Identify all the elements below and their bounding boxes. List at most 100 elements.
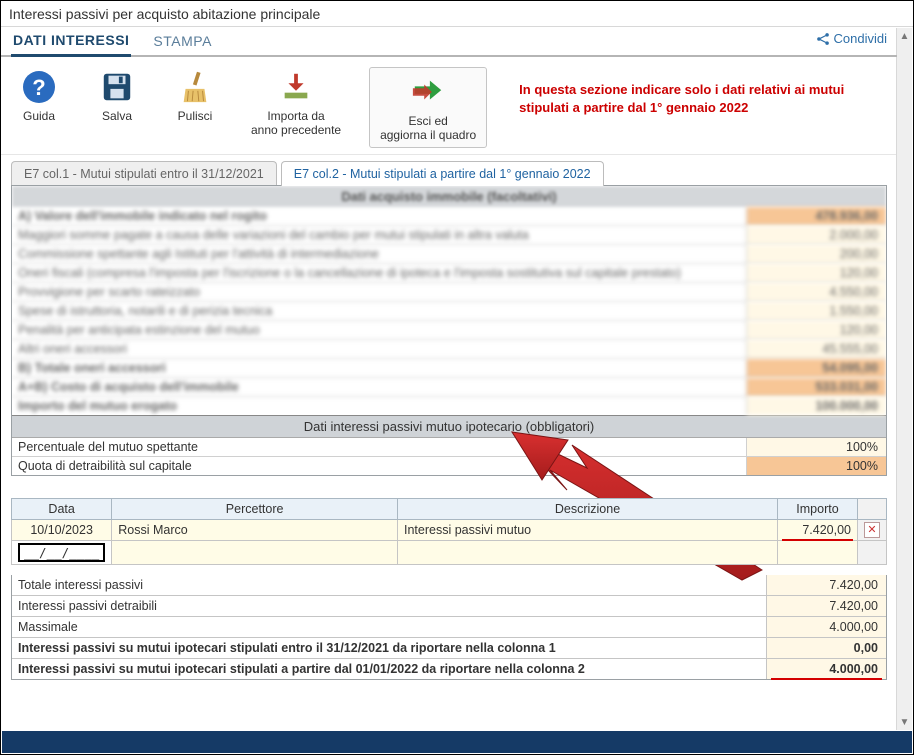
summary-label: Interessi passivi su mutui ipotecari sti… [12, 659, 766, 679]
salva-button[interactable]: Salva [89, 67, 145, 126]
scroll-up-icon[interactable]: ▲ [897, 28, 912, 44]
window-title: Interessi passivi per acquisto abitazion… [1, 1, 913, 27]
importa-button[interactable]: Importa da anno precedente [245, 67, 347, 140]
facoltativi-row: Penalità per anticipata estinzione del m… [12, 321, 886, 340]
row-label: Maggiori somme pagate a causa delle vari… [12, 226, 746, 244]
subtab-col1[interactable]: E7 col.1 - Mutui stipulati entro il 31/1… [11, 161, 277, 186]
importa-label: Importa da anno precedente [251, 110, 341, 138]
facoltativi-row: Importo del mutuo erogato100.000,00 [12, 397, 886, 415]
clean-icon [177, 69, 213, 105]
facoltativi-row: Spese di istruttoria, notarili e di peri… [12, 302, 886, 321]
import-icon [278, 69, 314, 105]
row-label: Penalità per anticipata estinzione del m… [12, 321, 746, 339]
row-label: Commissione spettante agli Istituti per … [12, 245, 746, 263]
row-value: 54.095,00 [746, 359, 886, 377]
facoltativi-row: B) Totale oneri accessori54.095,00 [12, 359, 886, 378]
row-label: A+B) Costo di acquisto dell'immobile [12, 378, 746, 396]
delete-row-button[interactable]: ✕ [864, 522, 880, 538]
pulisci-button[interactable]: Pulisci [167, 67, 223, 126]
entry-row-empty[interactable]: __/__/____ [12, 540, 887, 564]
summary-table: Totale interessi passivi 7.420,00 Intere… [11, 575, 887, 680]
row-label: Importo del mutuo erogato [12, 397, 746, 415]
facoltativi-row: A+B) Costo di acquisto dell'immobile533.… [12, 378, 886, 397]
primary-tabs: DATI INTERESSI STAMPA Condividi [1, 27, 897, 57]
row-value: 200,00 [746, 245, 886, 263]
help-icon: ? [21, 69, 57, 105]
subtab-col2[interactable]: E7 col.2 - Mutui stipulati a partire dal… [281, 161, 604, 186]
cell-importo[interactable]: 7.420,00 [778, 519, 858, 540]
row-value: 120,00 [746, 321, 886, 339]
guida-button[interactable]: ? Guida [11, 67, 67, 126]
section-hint: In questa sezione indicare solo i dati r… [509, 67, 887, 116]
share-label: Condividi [834, 31, 887, 46]
sub-tabs: E7 col.1 - Mutui stipulati entro il 31/1… [11, 161, 887, 186]
facoltativi-row: Oneri fiscali (compresa l'imposta per l'… [12, 264, 886, 283]
svg-text:?: ? [32, 75, 45, 100]
entries-table: Data Percettore Descrizione Importo 10/1… [11, 498, 887, 565]
tab-stampa[interactable]: STAMPA [151, 27, 214, 55]
status-bar [2, 731, 912, 753]
esci-button[interactable]: Esci ed aggiorna il quadro [369, 67, 487, 148]
row-label: Spese di istruttoria, notarili e di peri… [12, 302, 746, 320]
row-label: B) Totale oneri accessori [12, 359, 746, 377]
row-value: 2.000,00 [746, 226, 886, 244]
facoltativi-row: Altri oneri accessori45.555,00 [12, 340, 886, 359]
row-label: A) Valore dell'immobile indicato nel rog… [12, 207, 746, 225]
row-value: 100.000,00 [746, 397, 886, 415]
save-icon [99, 69, 135, 105]
entry-row[interactable]: 10/10/2023 Rossi Marco Interessi passivi… [12, 519, 887, 540]
facoltativi-row: Maggiori somme pagate a causa delle vari… [12, 226, 886, 245]
row-value: 45.555,00 [746, 340, 886, 358]
col-percettore[interactable]: Percettore [112, 498, 398, 519]
obbligatori-row: Quota di detraibilità sul capitale100% [12, 457, 886, 475]
facoltativi-header: Dati acquisto immobile (facoltativi) [12, 186, 886, 207]
row-value[interactable]: 100% [746, 438, 886, 456]
row-value: 478.936,00 [746, 207, 886, 225]
salva-label: Salva [102, 110, 132, 124]
vertical-scrollbar[interactable]: ▲ ▼ [896, 28, 912, 730]
summary-label: Massimale [12, 617, 766, 637]
row-label: Provvigione per scarto rateizzato [12, 283, 746, 301]
exit-update-icon [410, 74, 446, 110]
cell-descrizione-empty[interactable] [398, 540, 778, 564]
col-descrizione[interactable]: Descrizione [398, 498, 778, 519]
facoltativi-row: Commissione spettante agli Istituti per … [12, 245, 886, 264]
row-value: 120,00 [746, 264, 886, 282]
obbligatori-row: Percentuale del mutuo spettante100% [12, 438, 886, 457]
summary-value: 7.420,00 [766, 596, 886, 616]
toolbar: ? Guida Salva Pulisci Importa [1, 57, 897, 155]
cell-data[interactable]: 10/10/2023 [12, 519, 112, 540]
row-value: 4.550,00 [746, 283, 886, 301]
share-button[interactable]: Condividi [816, 31, 887, 46]
col-actions [858, 498, 887, 519]
share-icon [816, 32, 830, 46]
summary-label: Interessi passivi detraibili [12, 596, 766, 616]
cell-importo-empty[interactable] [778, 540, 858, 564]
cell-percettore-empty[interactable] [112, 540, 398, 564]
esci-label: Esci ed aggiorna il quadro [380, 115, 476, 143]
row-label: Percentuale del mutuo spettante [12, 438, 746, 456]
main-panel: Dati acquisto immobile (facoltativi) A) … [11, 185, 887, 476]
row-value: 1.550,00 [746, 302, 886, 320]
facoltativi-row: Provvigione per scarto rateizzato4.550,0… [12, 283, 886, 302]
pulisci-label: Pulisci [178, 110, 213, 124]
obbligatori-header: Dati interessi passivi mutuo ipotecario … [12, 415, 886, 438]
facoltativi-row: A) Valore dell'immobile indicato nel rog… [12, 207, 886, 226]
row-label: Oneri fiscali (compresa l'imposta per l'… [12, 264, 746, 282]
summary-value-highlight: 4.000,00 [766, 659, 886, 679]
col-importo[interactable]: Importo [778, 498, 858, 519]
scroll-down-icon[interactable]: ▼ [897, 714, 912, 730]
tab-dati-interessi[interactable]: DATI INTERESSI [11, 26, 131, 57]
row-label: Altri oneri accessori [12, 340, 746, 358]
summary-label: Totale interessi passivi [12, 575, 766, 595]
col-data[interactable]: Data [12, 498, 112, 519]
summary-label: Interessi passivi su mutui ipotecari sti… [12, 638, 766, 658]
date-input[interactable]: __/__/____ [18, 543, 105, 562]
summary-value: 7.420,00 [766, 575, 886, 595]
summary-value: 0,00 [766, 638, 886, 658]
cell-descrizione[interactable]: Interessi passivi mutuo [398, 519, 778, 540]
cell-percettore[interactable]: Rossi Marco [112, 519, 398, 540]
row-label: Quota di detraibilità sul capitale [12, 457, 746, 475]
row-value: 533.031,00 [746, 378, 886, 396]
row-value[interactable]: 100% [746, 457, 886, 475]
